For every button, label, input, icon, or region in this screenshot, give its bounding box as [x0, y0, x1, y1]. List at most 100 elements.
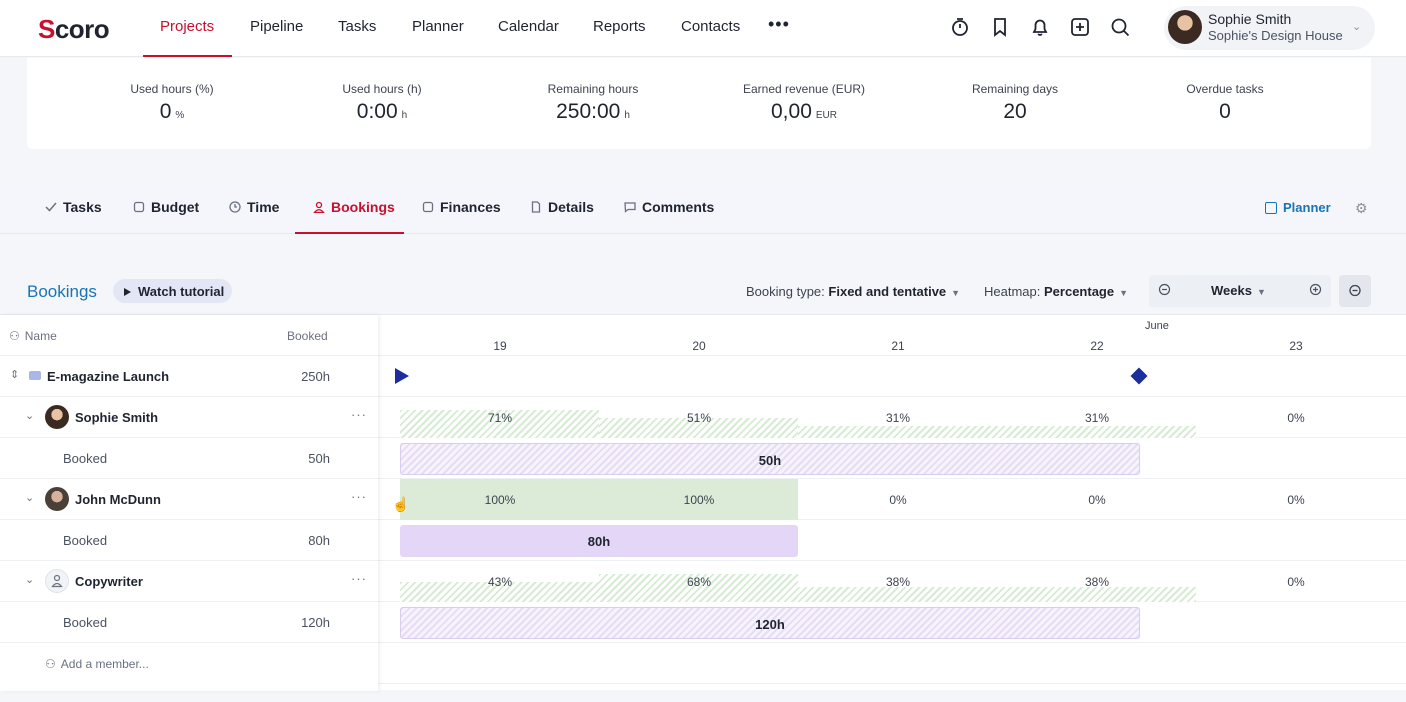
plus-square-icon[interactable]	[1069, 16, 1091, 38]
tab-finances[interactable]: Finances	[422, 199, 501, 215]
stat-label: Remaining days	[971, 82, 1059, 96]
stat-used-hours-percent: Used hours (%) 0%	[72, 82, 272, 124]
document-icon	[530, 200, 542, 213]
expand-collapse-icon[interactable]: ⇕	[10, 368, 19, 381]
heatmap-label: Heatmap:	[984, 284, 1041, 299]
tab-label: Budget	[151, 199, 200, 215]
bell-icon[interactable]	[1029, 16, 1051, 38]
caret-down-icon: ▼	[1119, 288, 1129, 298]
user-company: Sophie's Design House	[1208, 28, 1343, 43]
booking-bar[interactable]: 50h	[400, 443, 1140, 475]
logo-mark: S	[38, 14, 55, 44]
bookmark-icon[interactable]	[989, 16, 1011, 38]
tab-budget[interactable]: Budget	[133, 199, 199, 215]
booking-bar[interactable]: 120h	[400, 607, 1140, 639]
chevron-down-icon[interactable]: ⌄	[25, 573, 34, 586]
heatmap-percent: 0%	[1287, 493, 1305, 507]
project-row[interactable]: ⇕ E-magazine Launch 250h	[0, 356, 378, 397]
bookings-grid: June 19 20 21 22 23 71% 51% 31% 31% 0% 5…	[0, 314, 1406, 691]
zoom-out-icon[interactable]	[1158, 283, 1171, 299]
stat-remaining-days: Remaining days 20	[915, 82, 1115, 124]
logo-text: coro	[54, 14, 110, 44]
booked-label: Booked	[63, 451, 108, 466]
heatmap-percent: 0%	[1287, 575, 1305, 589]
project-name: E-magazine Launch	[47, 369, 170, 384]
member-name: Sophie Smith	[75, 410, 159, 425]
search-bookings-button[interactable]	[1339, 275, 1371, 307]
booking-type-value: Fixed and tentative	[828, 284, 947, 299]
heatmap-cell	[400, 479, 798, 520]
nav-active-indicator	[143, 55, 232, 57]
nav-tasks[interactable]: Tasks	[338, 18, 376, 35]
zoom-level-select[interactable]: Weeks ▼	[1211, 283, 1266, 298]
booking-bar[interactable]: 80h	[400, 525, 798, 557]
stat-label: Earned revenue (EUR)	[742, 82, 866, 96]
add-person-icon: ⚇	[45, 657, 56, 671]
stat-label: Overdue tasks	[1186, 82, 1264, 96]
chevron-down-icon[interactable]: ⌄	[25, 409, 34, 422]
column-header-name[interactable]: ⚇ Name	[9, 329, 57, 343]
booked-hours: 120h	[301, 615, 330, 630]
tab-tasks[interactable]: Tasks	[45, 199, 102, 215]
planner-link-label: Planner	[1283, 200, 1331, 215]
member-row[interactable]: ⌄ Sophie Smith ···	[0, 397, 378, 438]
member-row[interactable]: ⌄ Copywriter ···	[0, 561, 378, 602]
booked-hours: 80h	[308, 533, 330, 548]
check-icon	[45, 200, 57, 212]
avatar	[45, 405, 69, 429]
nav-calendar[interactable]: Calendar	[498, 18, 559, 35]
watch-tutorial-button[interactable]: Watch tutorial	[113, 279, 232, 303]
stat-unit: h	[624, 110, 630, 121]
stat-number: 20	[1003, 100, 1027, 123]
stat-value: 20	[915, 100, 1115, 124]
more-options-icon[interactable]: ···	[351, 407, 367, 422]
comment-icon	[624, 200, 636, 213]
zoom-in-icon[interactable]	[1309, 283, 1322, 299]
nav-reports[interactable]: Reports	[593, 18, 646, 35]
stat-value: 0%	[72, 100, 272, 124]
search-icon[interactable]	[1109, 16, 1131, 38]
stat-used-hours: Used hours (h) 0:00 h	[282, 82, 482, 124]
booked-hours: 50h	[308, 451, 330, 466]
tab-details[interactable]: Details	[530, 199, 594, 215]
zoom-controls: Weeks ▼	[1149, 275, 1331, 307]
chevron-down-icon[interactable]: ⌄	[25, 491, 34, 504]
heatmap-filter[interactable]: Heatmap: Percentage ▼	[984, 284, 1128, 299]
zoom-level-value: Weeks	[1211, 283, 1252, 298]
stat-number: 0	[1219, 100, 1231, 123]
tab-label: Tasks	[63, 199, 102, 215]
booked-label: Booked	[63, 615, 108, 630]
folder-icon	[29, 371, 41, 380]
project-start-marker[interactable]	[395, 368, 409, 384]
nav-pipeline[interactable]: Pipeline	[250, 18, 303, 35]
more-options-icon[interactable]: ···	[351, 489, 367, 504]
column-header-booked[interactable]: Booked	[287, 329, 328, 343]
avatar	[45, 487, 69, 511]
tab-label: Comments	[642, 199, 715, 215]
nav-planner[interactable]: Planner	[412, 18, 464, 35]
nav-more-icon[interactable]: •••	[768, 14, 790, 35]
nav-projects[interactable]: Projects	[160, 18, 214, 35]
column-header-name-label: Name	[24, 329, 57, 343]
stat-value: 0:00 h	[282, 100, 482, 124]
add-member-button[interactable]: ⚇ Add a member...	[45, 657, 149, 671]
scoro-logo[interactable]: Scoro	[38, 14, 110, 45]
top-navigation: Scoro Projects Pipeline Tasks Planner Ca…	[0, 0, 1406, 57]
stat-unit: %	[175, 110, 185, 121]
booking-type-filter[interactable]: Booking type: Fixed and tentative ▼	[746, 284, 960, 299]
heatmap-percent: 38%	[885, 575, 911, 589]
user-menu[interactable]: Sophie Smith Sophie's Design House ⌄	[1164, 6, 1375, 50]
heatmap-percent: 100%	[683, 493, 715, 507]
gear-icon[interactable]: ⚙	[1355, 200, 1368, 217]
tab-label: Time	[247, 199, 280, 215]
timer-icon[interactable]	[949, 16, 971, 38]
more-options-icon[interactable]: ···	[351, 571, 367, 586]
member-row[interactable]: ⌄ John McDunn ···	[0, 479, 378, 520]
tab-label: Finances	[440, 199, 501, 215]
nav-contacts[interactable]: Contacts	[681, 18, 740, 35]
tab-comments[interactable]: Comments	[624, 199, 714, 215]
tab-time[interactable]: Time	[229, 199, 279, 215]
tab-bookings[interactable]: Bookings	[313, 199, 395, 215]
planner-link[interactable]: Planner	[1265, 200, 1331, 215]
booked-row: Booked 50h	[0, 438, 378, 479]
